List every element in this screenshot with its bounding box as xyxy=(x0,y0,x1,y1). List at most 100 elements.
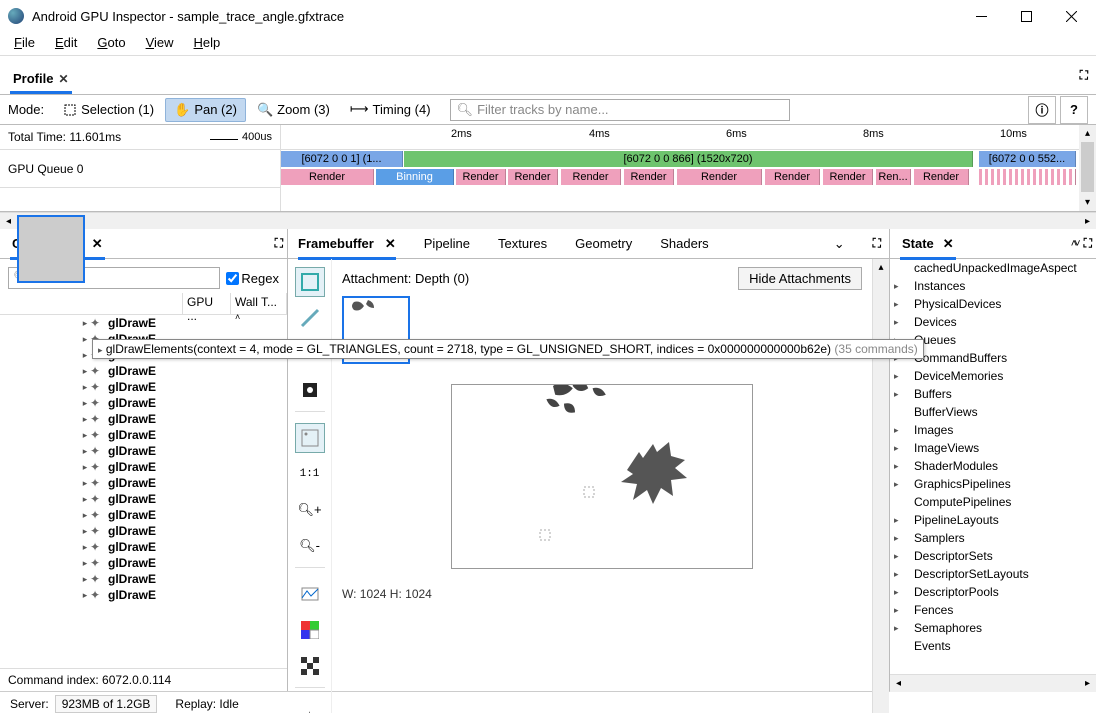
channels-tool[interactable] xyxy=(295,615,325,645)
tab-pipeline[interactable]: Pipeline xyxy=(424,229,470,259)
state-tree[interactable]: cachedUnpackedImageAspect▸Instances▸Phys… xyxy=(890,259,1096,674)
actual-size-tool[interactable]: 1:1 xyxy=(295,459,325,489)
mode-selection-button[interactable]: Selection (1) xyxy=(54,98,163,121)
state-row[interactable]: ▸Semaphores xyxy=(890,619,1096,637)
checker-tool[interactable] xyxy=(295,651,325,681)
state-row[interactable]: ▸GraphicsPipelines xyxy=(890,475,1096,493)
tab-framebuffer[interactable]: Framebuffer✕ xyxy=(298,230,396,260)
timeline-top-band[interactable]: [6072 0 0 1] (1... [6072 0 0 866] (1520x… xyxy=(281,150,1079,168)
expand-icon[interactable]: ⛶ xyxy=(275,236,281,251)
menu-file[interactable]: File xyxy=(4,32,45,55)
filter-tracks-input[interactable]: 🔍︎ Filter tracks by name... xyxy=(450,99,790,121)
attachment-color-tool[interactable] xyxy=(295,267,325,297)
mode-timing-button[interactable]: ⟼ Timing (4) xyxy=(341,98,440,121)
state-row[interactable]: ComputePipelines xyxy=(890,493,1096,511)
fb-tools: 1:1 🔍︎+ 🔍︎- ↓ xyxy=(288,259,332,713)
state-hscroll[interactable]: ◂▸ xyxy=(890,675,1096,692)
state-row[interactable]: ▸PipelineLayouts xyxy=(890,511,1096,529)
fit-tool[interactable] xyxy=(295,423,325,453)
hide-attachments-button[interactable]: Hide Attachments xyxy=(738,267,862,290)
info-button[interactable]: ⓘ xyxy=(1028,96,1056,124)
command-row[interactable]: ▸✦glDrawE xyxy=(0,523,287,539)
window-minimize-button[interactable] xyxy=(959,2,1004,30)
fb-vscroll[interactable]: ▴▾ xyxy=(872,259,889,713)
col-wall[interactable]: Wall T... ˄ xyxy=(231,293,287,314)
framebuffer-view[interactable] xyxy=(451,384,753,569)
close-icon[interactable]: ✕ xyxy=(92,236,103,252)
state-tab[interactable]: State ✕ xyxy=(900,230,956,260)
menu-help[interactable]: Help xyxy=(184,32,231,55)
mode-pan-button[interactable]: ✋ Pan (2) xyxy=(165,98,246,122)
close-icon[interactable]: ✕ xyxy=(943,236,954,252)
commands-list[interactable]: ▸✦glDrawE▸✦glDrawE▸✦glDrawE▸✦glDrawE▸✦gl… xyxy=(0,315,287,668)
state-row[interactable]: BufferViews xyxy=(890,403,1096,421)
command-row[interactable]: ▸✦glDrawE xyxy=(0,315,287,331)
zoom-out-tool[interactable]: 🔍︎- xyxy=(295,531,325,561)
command-row[interactable]: ▸✦glDrawE xyxy=(0,459,287,475)
state-row[interactable]: ▸DescriptorPools xyxy=(890,583,1096,601)
tab-textures[interactable]: Textures xyxy=(498,229,547,259)
state-row[interactable]: ▸Instances xyxy=(890,277,1096,295)
state-row[interactable]: ▸PhysicalDevices xyxy=(890,295,1096,313)
command-row[interactable]: ▸✦glDrawE xyxy=(0,379,287,395)
timeline-vscroll[interactable]: ▴▾ xyxy=(1079,125,1096,211)
timeline-hscroll[interactable]: ◂▸ xyxy=(0,212,1096,229)
menu-edit[interactable]: Edit xyxy=(45,32,87,55)
tab-profile[interactable]: Profile ✕ xyxy=(10,67,72,94)
state-row[interactable]: ▸Buffers xyxy=(890,385,1096,403)
state-row[interactable]: ▸Samplers xyxy=(890,529,1096,547)
updown-icon[interactable]: ˄˅ xyxy=(1071,238,1078,250)
command-row[interactable]: ▸✦glDrawE xyxy=(0,395,287,411)
state-row[interactable]: ▸DescriptorSetLayouts xyxy=(890,565,1096,583)
command-row[interactable]: ▸✦glDrawE xyxy=(0,587,287,603)
col-gpu[interactable]: GPU ... xyxy=(183,293,231,314)
state-row[interactable]: ▸ImageViews xyxy=(890,439,1096,457)
help-button[interactable]: ? xyxy=(1060,96,1088,124)
state-row[interactable]: ▸DescriptorSets xyxy=(890,547,1096,565)
search-icon: 🔍︎ xyxy=(457,102,474,118)
state-row[interactable]: Events xyxy=(890,637,1096,655)
dark-bg-tool[interactable] xyxy=(295,375,325,405)
zoom-icon: 🔍 xyxy=(257,102,273,118)
histogram-tool[interactable] xyxy=(295,579,325,609)
command-row[interactable]: ▸✦glDrawE xyxy=(0,571,287,587)
command-tooltip: ▸ glDrawElements(context = 4, mode = GL_… xyxy=(92,339,924,359)
zoom-in-tool[interactable]: 🔍︎+ xyxy=(295,495,325,525)
command-row[interactable]: ▸✦glDrawE xyxy=(0,555,287,571)
close-icon[interactable]: ✕ xyxy=(385,236,396,252)
mode-zoom-button[interactable]: 🔍 Zoom (3) xyxy=(248,98,339,122)
state-row[interactable]: ▸Devices xyxy=(890,313,1096,331)
close-icon[interactable]: ✕ xyxy=(58,72,68,86)
command-row[interactable]: ▸✦glDrawE xyxy=(0,427,287,443)
titlebar: Android GPU Inspector - sample_trace_ang… xyxy=(0,0,1096,32)
state-row[interactable]: ▸DeviceMemories xyxy=(890,367,1096,385)
command-row[interactable]: ▸✦glDrawE xyxy=(0,443,287,459)
timeline-ruler[interactable]: 2ms 4ms 6ms 8ms 10ms xyxy=(281,125,1079,150)
command-row[interactable]: ▸✦glDrawE xyxy=(0,491,287,507)
chevron-down-icon[interactable]: ⌄ xyxy=(834,236,845,252)
state-row[interactable]: cachedUnpackedImageAspect xyxy=(890,259,1096,277)
zoom-out-icon: 🔍︎- xyxy=(299,538,320,554)
tab-shaders[interactable]: Shaders xyxy=(660,229,708,259)
window-maximize-button[interactable] xyxy=(1004,2,1049,30)
state-row[interactable]: ▸Fences xyxy=(890,601,1096,619)
tab-geometry[interactable]: Geometry xyxy=(575,229,632,259)
mode-label: Mode: xyxy=(8,102,44,117)
timeline-render-band[interactable]: Render Binning Render Render Render Rend… xyxy=(281,168,1079,186)
menu-view[interactable]: View xyxy=(136,32,184,55)
state-row[interactable]: ▸Images xyxy=(890,421,1096,439)
command-row[interactable]: ▸✦glDrawE xyxy=(0,363,287,379)
command-row[interactable]: ▸✦glDrawE xyxy=(0,411,287,427)
regex-checkbox[interactable]: Regex xyxy=(226,271,279,286)
window-close-button[interactable] xyxy=(1049,2,1094,30)
menu-goto[interactable]: Goto xyxy=(87,32,135,55)
expand-icon[interactable]: ⛶ xyxy=(873,236,879,251)
state-row[interactable]: ▸ShaderModules xyxy=(890,457,1096,475)
save-tool[interactable]: ↓ xyxy=(295,699,325,713)
attachment-depth-tool[interactable] xyxy=(295,303,325,333)
command-row[interactable]: ▸✦glDrawE xyxy=(0,475,287,491)
expand-icon[interactable]: ⛶ xyxy=(1080,68,1086,83)
command-row[interactable]: ▸✦glDrawE xyxy=(0,507,287,523)
command-row[interactable]: ▸✦glDrawE xyxy=(0,539,287,555)
expand-icon[interactable]: ⛶ xyxy=(1084,236,1090,251)
